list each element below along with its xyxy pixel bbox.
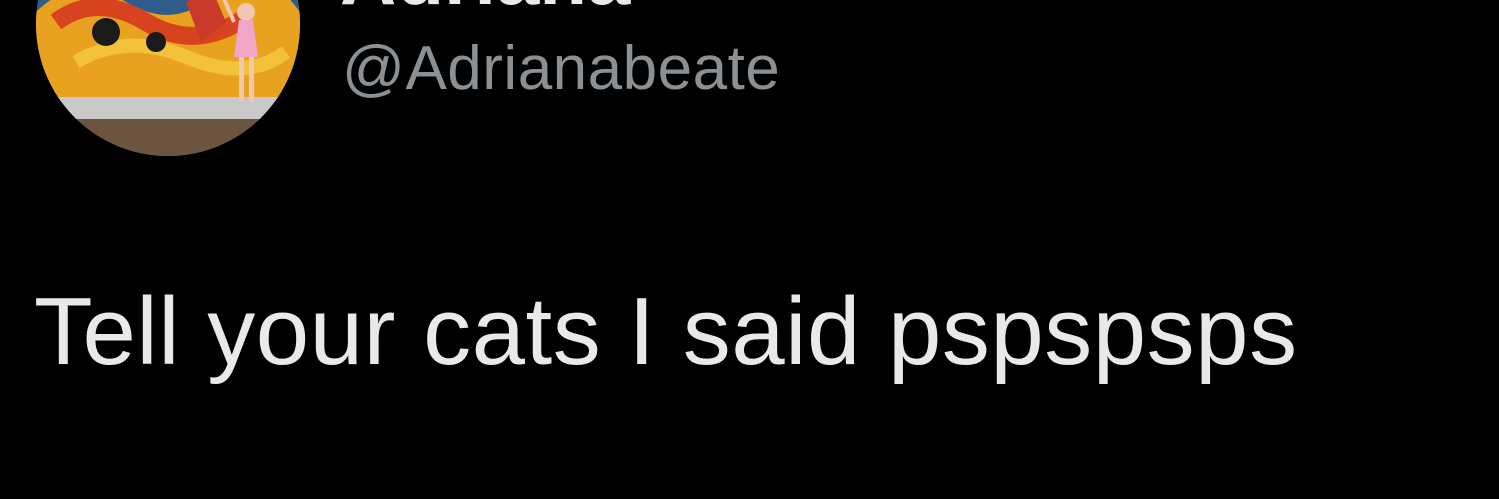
user-handle[interactable]: @Adrianabeate xyxy=(342,38,780,100)
tweet-card: Adriana @Adrianabeate Tell your cats I s… xyxy=(0,0,1499,499)
avatar[interactable] xyxy=(36,0,300,156)
display-name[interactable]: Adriana xyxy=(340,0,630,16)
tweet-text: Tell your cats I said pspspsps xyxy=(34,278,1298,385)
avatar-image xyxy=(36,0,300,156)
